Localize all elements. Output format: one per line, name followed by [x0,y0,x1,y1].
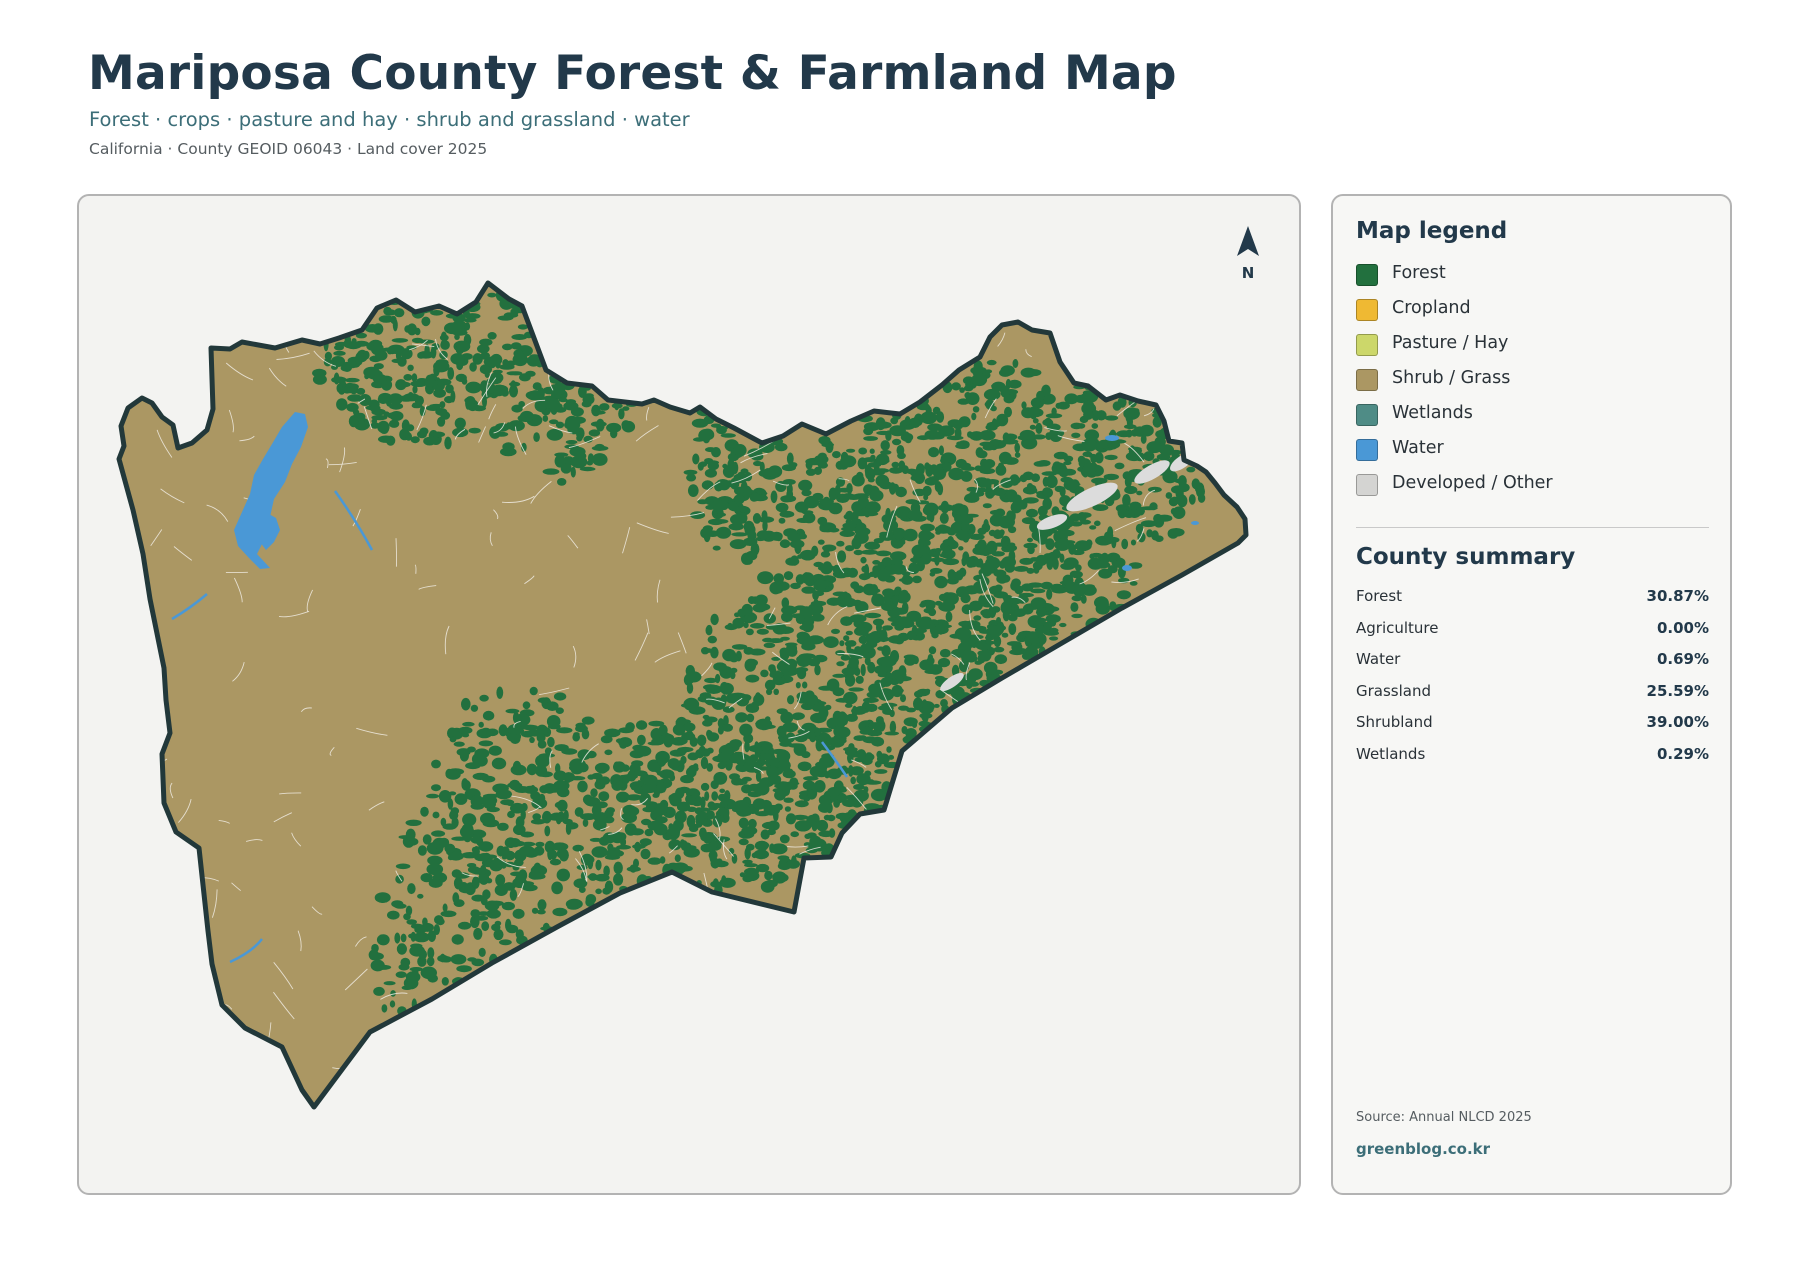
legend-label: Cropland [1392,298,1471,318]
legend-item-developed-other[interactable]: Developed / Other [1356,473,1696,509]
legend-label: Wetlands [1392,403,1473,423]
summary-value: 0.29% [1656,744,1709,763]
north-arrow-icon [1237,226,1259,256]
legend-title: Map legend [1356,218,1508,244]
county-shrub-grass-area [119,283,1246,1107]
side-panel: Map legend Forest Cropland Pasture / Hay… [1331,194,1732,1195]
legend-item-pasture-hay[interactable]: Pasture / Hay [1356,333,1696,369]
legend-label: Shrub / Grass [1392,368,1511,388]
summary-label: Grassland [1356,681,1431,700]
summary-label: Wetlands [1356,744,1426,763]
north-label: N [1241,264,1255,282]
summary-value: 0.69% [1656,650,1709,668]
summary-title: County summary [1356,544,1576,570]
legend-swatch-wetlands [1356,404,1378,426]
map-panel[interactable]: N [77,194,1301,1195]
legend-list: Forest Cropland Pasture / Hay Shrub / Gr… [1356,263,1696,509]
north-arrow: N [1228,224,1268,286]
divider [1356,527,1709,528]
summary-label: Agriculture [1356,618,1439,637]
summary-label: Shrubland [1356,713,1433,731]
summary-list: Forest 30.87% Agriculture 0.00% Water 0.… [1356,587,1709,776]
legend-item-forest[interactable]: Forest [1356,263,1696,299]
legend-label: Forest [1392,263,1446,283]
legend-swatch-shrub-grass [1356,369,1378,391]
legend-swatch-cropland [1356,299,1378,321]
legend-swatch-pasture-hay [1356,334,1378,356]
summary-row-forest: Forest 30.87% [1356,587,1709,619]
county-map[interactable] [79,196,1301,1195]
summary-value: 39.00% [1646,713,1709,731]
summary-row-shrubland: Shrubland 39.00% [1356,713,1709,745]
map-meta: California · County GEOID 06043 · Land c… [89,140,488,158]
legend-item-water[interactable]: Water [1356,438,1696,474]
legend-item-wetlands[interactable]: Wetlands [1356,403,1696,439]
legend-item-cropland[interactable]: Cropland [1356,298,1696,334]
source-note: Source: Annual NLCD 2025 [1356,1110,1532,1125]
legend-swatch-developed-other [1356,474,1378,496]
summary-label: Water [1356,650,1401,668]
map-title: Mariposa County Forest & Farmland Map [88,46,1177,101]
summary-row-grassland: Grassland 25.59% [1356,682,1709,714]
summary-row-wetlands: Wetlands 0.29% [1356,745,1709,777]
summary-value: 30.87% [1646,587,1709,605]
map-subtitle: Forest · crops · pasture and hay · shrub… [89,108,690,131]
legend-label: Developed / Other [1392,473,1553,493]
site-link[interactable]: greenblog.co.kr [1356,1140,1490,1158]
summary-label: Forest [1356,587,1403,605]
summary-value: 25.59% [1646,681,1709,700]
legend-swatch-forest [1356,264,1378,286]
summary-value: 0.00% [1656,618,1709,637]
summary-row-water: Water 0.69% [1356,650,1709,682]
legend-label: Water [1392,438,1444,458]
legend-label: Pasture / Hay [1392,333,1509,353]
legend-item-shrub-grass[interactable]: Shrub / Grass [1356,368,1696,404]
legend-swatch-water [1356,439,1378,461]
summary-row-agriculture: Agriculture 0.00% [1356,619,1709,651]
